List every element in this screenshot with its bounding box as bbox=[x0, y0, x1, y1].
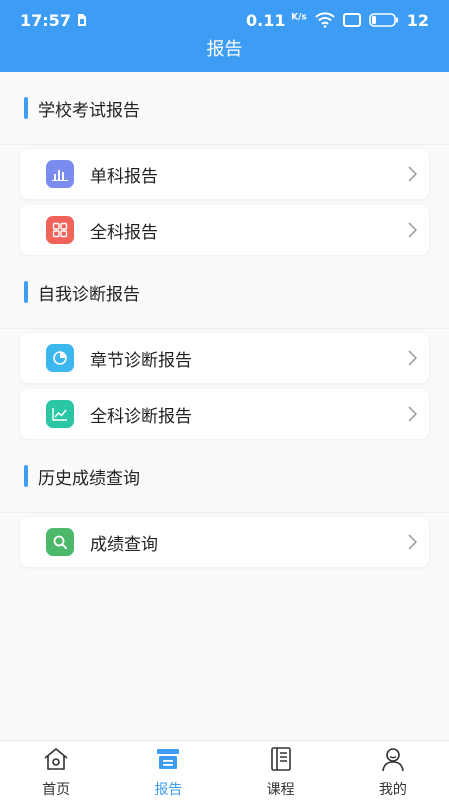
battery-icon bbox=[368, 13, 398, 27]
status-indicators: 0.11 K/s 12 bbox=[246, 11, 429, 30]
section-accent-bar bbox=[24, 465, 28, 487]
sim-card-icon bbox=[77, 14, 86, 26]
chevron-right-icon bbox=[408, 350, 417, 366]
single-subject-report-item[interactable]: 单科报告 bbox=[20, 149, 429, 199]
battery-level: 12 bbox=[406, 10, 429, 30]
section-header: 历史成绩查询 bbox=[0, 440, 449, 512]
section-accent-bar bbox=[24, 281, 28, 303]
network-speed: 0.11 K/s bbox=[246, 10, 307, 30]
chevron-right-icon bbox=[408, 222, 417, 238]
tab-label: 首页 bbox=[42, 782, 71, 798]
bar-chart-icon bbox=[46, 160, 74, 188]
all-subject-report-item[interactable]: 全科报告 bbox=[20, 205, 429, 255]
tab-label: 我的 bbox=[378, 782, 407, 798]
grid-icon bbox=[46, 216, 74, 244]
tab-profile[interactable]: 我的 bbox=[337, 741, 449, 800]
chevron-right-icon bbox=[408, 406, 417, 422]
wifi-icon bbox=[315, 12, 335, 28]
section-title: 自我诊断报告 bbox=[38, 284, 140, 305]
item-label: 单科报告 bbox=[90, 166, 158, 187]
status-bar: 17:57 0.11 K/s 12 bbox=[0, 0, 449, 40]
course-icon bbox=[270, 747, 291, 771]
tab-home[interactable]: 首页 bbox=[0, 741, 112, 800]
search-icon bbox=[46, 528, 74, 556]
app-header: 17:57 0.11 K/s 12 报告 bbox=[0, 0, 449, 72]
home-icon bbox=[44, 748, 68, 770]
item-label: 成绩查询 bbox=[90, 534, 158, 555]
item-label: 全科报告 bbox=[90, 222, 158, 243]
tab-label: 报告 bbox=[154, 782, 183, 798]
chapter-diagnosis-report-item[interactable]: 章节诊断报告 bbox=[20, 333, 429, 383]
page-title: 报告 bbox=[206, 39, 243, 60]
score-query-item[interactable]: 成绩查询 bbox=[20, 517, 429, 567]
chevron-right-icon bbox=[408, 166, 417, 182]
item-label: 章节诊断报告 bbox=[90, 350, 192, 371]
line-chart-icon bbox=[46, 400, 74, 428]
section-score-history: 历史成绩查询 成绩查询 bbox=[0, 440, 449, 567]
bottom-tab-bar: 首页 报告 课程 我的 bbox=[0, 740, 449, 800]
section-self-diagnosis: 自我诊断报告 章节诊断报告 全科诊断报告 bbox=[0, 256, 449, 439]
report-content: 学校考试报告 单科报告 全科报告 自我诊断报告 章节诊断报告 全科诊断报告 历史… bbox=[0, 72, 449, 740]
status-time: 17:57 bbox=[20, 10, 71, 30]
all-subject-diagnosis-report-item[interactable]: 全科诊断报告 bbox=[20, 389, 429, 439]
item-label: 全科诊断报告 bbox=[90, 406, 192, 427]
section-title: 历史成绩查询 bbox=[38, 468, 140, 489]
section-accent-bar bbox=[24, 97, 28, 119]
pie-chart-icon bbox=[46, 344, 74, 372]
status-time-group: 17:57 bbox=[20, 11, 87, 30]
tab-course[interactable]: 课程 bbox=[225, 741, 337, 800]
section-header: 学校考试报告 bbox=[0, 72, 449, 144]
screen-cast-icon bbox=[342, 13, 361, 27]
report-icon bbox=[157, 749, 180, 769]
section-header: 自我诊断报告 bbox=[0, 256, 449, 328]
section-school-exam: 学校考试报告 单科报告 全科报告 bbox=[0, 72, 449, 255]
chevron-right-icon bbox=[408, 534, 417, 550]
tab-report[interactable]: 报告 bbox=[112, 741, 224, 800]
tab-label: 课程 bbox=[266, 782, 295, 798]
section-title: 学校考试报告 bbox=[38, 100, 140, 121]
profile-icon bbox=[382, 748, 404, 772]
